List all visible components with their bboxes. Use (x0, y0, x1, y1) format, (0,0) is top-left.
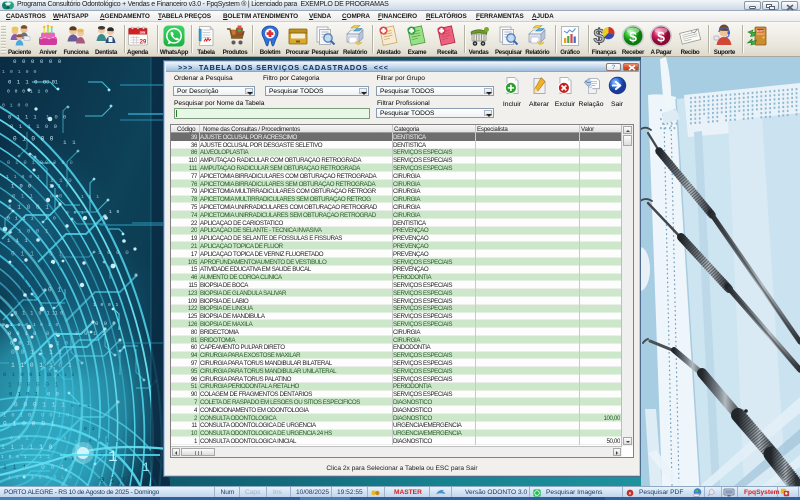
svg-text:$: $ (657, 29, 665, 45)
svg-text:1 0 0 1: 1 0 0 1 (93, 302, 119, 308)
svg-text:1 1 1 0: 1 1 1 0 (10, 287, 43, 294)
svg-text:0 1 0 0 0 1: 0 1 0 0 0 1 (3, 421, 56, 428)
svg-text:0 1 0 0 1: 0 1 0 0 1 (2, 322, 37, 328)
svg-text:1 0 1 0: 1 0 1 0 (3, 412, 32, 418)
svg-text:0 1 0 1: 0 1 0 1 (9, 391, 39, 398)
svg-text:0 1: 0 1 (84, 426, 95, 432)
svg-text:1 1 0 0 1: 1 1 0 0 1 (6, 174, 41, 180)
svg-text:0 0 0 1 1 0: 0 0 0 1 1 0 (7, 89, 49, 95)
svg-text:1: 1 (108, 448, 118, 466)
svg-text:0 1 1 1: 0 1 1 1 (8, 114, 38, 120)
svg-text:0 1: 0 1 (49, 250, 63, 257)
svg-text:0 0 1 1 1: 0 0 1 1 1 (11, 349, 54, 356)
svg-text:1 0 1 0 0 0: 1 0 1 0 0 0 (13, 262, 64, 269)
svg-text:0 1 0: 0 1 0 (100, 477, 126, 485)
svg-text:0 0: 0 0 (95, 320, 108, 327)
svg-text:0 0 1 0: 0 0 1 0 (41, 412, 70, 418)
svg-text:0 0 1: 0 0 1 (71, 403, 91, 409)
svg-text:0 0 0 1 0: 0 0 0 1 0 (8, 298, 44, 304)
svg-text:0 0 1: 0 0 1 (66, 210, 85, 216)
svg-text:0 0 1: 0 0 1 (41, 464, 65, 471)
svg-text:1 0 1 1: 1 0 1 1 (75, 330, 106, 337)
svg-text:0 1 1: 0 1 1 (12, 192, 34, 199)
svg-text:1 1 1: 1 1 1 (7, 237, 29, 244)
svg-text:1 0 0 0 0 1: 1 0 0 0 0 1 (8, 381, 59, 388)
svg-text:0 1 0 0 1 0: 0 1 0 0 1 0 (3, 371, 51, 378)
svg-text:1 1: 1 1 (63, 139, 77, 146)
svg-text:1 1 0: 1 1 0 (50, 177, 73, 184)
svg-text:1 1 0 0 1: 1 1 0 0 1 (9, 228, 49, 235)
svg-text:1 0 1 0 0: 1 0 1 0 0 (2, 69, 37, 75)
svg-text:0 1 0: 0 1 0 (48, 435, 67, 441)
svg-text:0 0 1: 0 0 1 (10, 340, 31, 346)
svg-text:1 0: 1 0 (52, 311, 64, 317)
svg-text:1 1: 1 1 (49, 184, 62, 190)
svg-text:1 1 1: 1 1 1 (81, 194, 100, 200)
svg-text:0 1 1 1 0 0: 0 1 1 1 0 0 (10, 123, 58, 130)
svg-text:0 1 0 1 0: 0 1 0 1 0 (7, 160, 44, 166)
svg-text:0 1 1 1: 0 1 1 1 (7, 216, 35, 222)
svg-text:0 0 0 0: 0 0 0 0 (45, 160, 74, 166)
svg-text:0 0 0 0 0 0: 0 0 0 0 0 0 (13, 58, 62, 65)
svg-text:0 0 1: 0 0 1 (10, 435, 29, 441)
svg-text:$: $ (593, 26, 604, 48)
svg-text:0 1 0: 0 1 0 (40, 322, 59, 328)
svg-text:EXIT: EXIT (757, 29, 764, 33)
svg-text:0 1 0 0 0: 0 1 0 0 0 (13, 136, 54, 143)
svg-text:1 0: 1 0 (45, 216, 57, 222)
svg-text:JAN: JAN (139, 30, 144, 34)
svg-text:0 0 1 0: 0 0 1 0 (46, 475, 73, 481)
svg-text:0 1: 0 1 (46, 331, 59, 337)
svg-text:0 0 1 0: 0 0 1 0 (8, 331, 37, 337)
svg-text:0 0: 0 0 (47, 391, 60, 398)
svg-text:0 1 0: 0 1 0 (44, 363, 64, 369)
svg-text:29: 29 (139, 40, 146, 46)
svg-text:1 1 0 0 1: 1 1 0 0 1 (8, 204, 50, 211)
svg-text:1 1 0 1 1: 1 1 0 1 1 (8, 475, 42, 481)
svg-text:1 0 0: 1 0 0 (46, 114, 67, 120)
svg-text:1 0 0 0: 1 0 0 0 (98, 249, 130, 256)
svg-text:1 1: 1 1 (49, 349, 63, 356)
svg-text:0 1 1: 0 1 1 (11, 250, 35, 257)
svg-text:0 1: 0 1 (48, 287, 62, 294)
svg-text:1 1 0: 1 1 0 (48, 340, 69, 346)
svg-text:0 0: 0 0 (50, 192, 63, 199)
svg-text:1 0 1 1: 1 0 1 1 (49, 372, 75, 378)
svg-text:1 0 0: 1 0 0 (10, 147, 31, 153)
svg-text:0 0 0 1 1 1: 0 0 0 1 1 1 (14, 402, 66, 409)
svg-text:0 1 0 0: 0 1 0 0 (2, 102, 29, 108)
svg-text:1 0 0: 1 0 0 (11, 184, 32, 190)
svg-text:0 1: 0 1 (46, 78, 59, 85)
svg-text:1 0 0 0: 1 0 0 0 (7, 277, 36, 283)
svg-text:1 1 0 1: 1 1 0 1 (11, 362, 44, 369)
svg-text:1: 1 (142, 460, 150, 475)
svg-text:$: $ (629, 29, 637, 45)
svg-text:1 0: 1 0 (39, 444, 53, 451)
svg-text:0 0 1 1: 0 0 1 1 (88, 437, 119, 444)
svg-text:1 0: 1 0 (109, 209, 120, 215)
